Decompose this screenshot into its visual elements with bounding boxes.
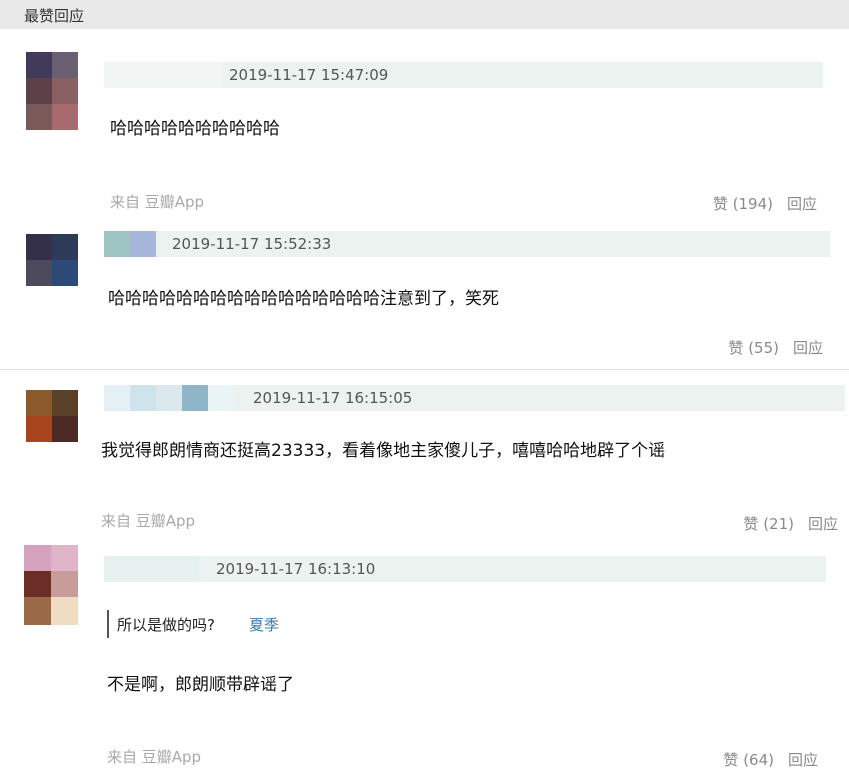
comment-text: 哈哈哈哈哈哈哈哈哈哈哈哈哈哈哈哈注意到了，笑死 <box>108 289 499 309</box>
like-button[interactable]: 赞 (21) <box>743 515 794 533</box>
section-title: 最赞回应 <box>24 7 85 25</box>
comment-text: 哈哈哈哈哈哈哈哈哈哈 <box>110 119 280 139</box>
avatar[interactable] <box>24 545 78 625</box>
reply-button[interactable]: 回应 <box>787 195 817 213</box>
comment-meta: 2019-11-17 16:13:10 <box>104 556 826 582</box>
comment-text: 我觉得郎朗情商还挺高23333，看着像地主家傻儿子，嘻嘻哈哈地辟了个谣 <box>101 441 666 461</box>
comment-meta: 2019-11-17 15:47:09 <box>104 62 823 88</box>
section-header: 最赞回应 <box>0 0 849 29</box>
comment-actions: 赞 (55) 回应 <box>728 337 823 358</box>
quote-text: 所以是做的吗? <box>117 616 215 634</box>
comment-source: 来自 豆瓣App <box>110 193 205 211</box>
username[interactable] <box>104 231 156 257</box>
comment-actions: 赞 (64) 回应 <box>723 749 818 770</box>
avatar[interactable] <box>26 52 78 130</box>
quoted-reply: 所以是做的吗? 夏季 <box>107 610 307 638</box>
avatar[interactable] <box>26 390 78 442</box>
like-button[interactable]: 赞 (194) <box>713 195 773 213</box>
username[interactable] <box>104 62 222 88</box>
reply-button[interactable]: 回应 <box>808 515 838 533</box>
like-button[interactable]: 赞 (64) <box>723 751 774 769</box>
comment-actions: 赞 (194) 回应 <box>713 193 817 214</box>
comment-time: 2019-11-17 15:52:33 <box>172 235 332 253</box>
comment-source: 来自 豆瓣App <box>107 748 202 766</box>
quote-bar <box>107 610 109 638</box>
avatar[interactable] <box>26 234 78 312</box>
divider <box>0 369 849 370</box>
comment-time: 2019-11-17 16:15:05 <box>253 389 413 407</box>
comment-source: 来自 豆瓣App <box>101 512 196 530</box>
quote-author-link[interactable]: 夏季 <box>249 614 279 635</box>
comment-time: 2019-11-17 16:13:10 <box>216 560 376 578</box>
reply-button[interactable]: 回应 <box>793 339 823 357</box>
username[interactable] <box>104 556 199 582</box>
comment-meta: 2019-11-17 15:52:33 <box>104 231 830 257</box>
comment-text: 不是啊，郎朗顺带辟谣了 <box>107 675 294 695</box>
comment-meta: 2019-11-17 16:15:05 <box>104 385 845 411</box>
like-button[interactable]: 赞 (55) <box>728 339 779 357</box>
username[interactable] <box>104 385 234 411</box>
comment-actions: 赞 (21) 回应 <box>743 513 838 534</box>
comment-time: 2019-11-17 15:47:09 <box>229 66 389 84</box>
reply-button[interactable]: 回应 <box>788 751 818 769</box>
